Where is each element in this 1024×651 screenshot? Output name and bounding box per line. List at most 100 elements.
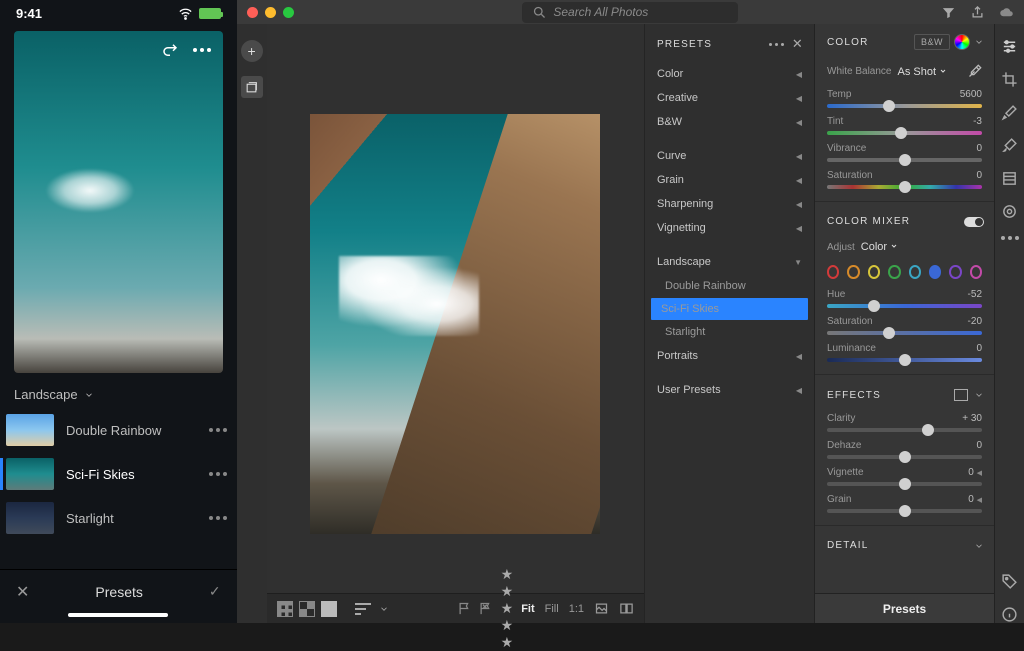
- slider-knob[interactable]: [899, 154, 911, 166]
- slider-knob[interactable]: [899, 181, 911, 193]
- eyedropper-icon[interactable]: [967, 64, 982, 79]
- preset-group[interactable]: B&W◀: [645, 110, 814, 134]
- info-icon[interactable]: [1001, 606, 1018, 623]
- radial-gradient-icon[interactable]: [1001, 203, 1018, 220]
- color-channel-dot[interactable]: [970, 265, 982, 279]
- presets-close-icon[interactable]: ✕: [792, 36, 804, 52]
- preset-more-icon[interactable]: [209, 428, 227, 432]
- rating-stars[interactable]: ★ ★ ★ ★ ★: [501, 566, 514, 651]
- detail-view-icon[interactable]: [321, 601, 337, 617]
- slider-track[interactable]: [827, 185, 982, 189]
- color-channel-dot[interactable]: [827, 265, 839, 279]
- cloud-icon[interactable]: [999, 5, 1014, 20]
- more-tools-icon[interactable]: [1001, 236, 1019, 240]
- color-channel-dot[interactable]: [949, 265, 961, 279]
- compare-view-icon[interactable]: [299, 601, 315, 617]
- slider-knob[interactable]: [899, 505, 911, 517]
- slider-track[interactable]: [827, 104, 982, 108]
- fill-button[interactable]: Fill: [545, 603, 559, 615]
- fit-button[interactable]: Fit: [521, 603, 534, 615]
- slider-knob[interactable]: [883, 327, 895, 339]
- library-button[interactable]: [241, 76, 263, 98]
- white-balance-select[interactable]: As Shot: [897, 66, 947, 78]
- chevron-down-icon[interactable]: [974, 37, 984, 47]
- preset-group[interactable]: Sharpening◀: [645, 192, 814, 216]
- preset-group[interactable]: Color◀: [645, 62, 814, 86]
- slider-track[interactable]: [827, 158, 982, 162]
- slider-knob[interactable]: [899, 354, 911, 366]
- preset-group[interactable]: Portraits◀: [645, 344, 814, 368]
- slider-track[interactable]: [827, 482, 982, 486]
- sort-icon[interactable]: [355, 603, 373, 615]
- slider-value: 0: [976, 143, 982, 154]
- slider-track[interactable]: [827, 131, 982, 135]
- info-overlay-icon[interactable]: [594, 601, 609, 616]
- preset-subitem[interactable]: Starlight: [645, 320, 814, 344]
- preset-group[interactable]: Vignetting◀: [645, 216, 814, 240]
- slider-knob[interactable]: [883, 100, 895, 112]
- preset-label: Vignetting: [657, 222, 706, 234]
- confirm-icon[interactable]: ✓: [209, 583, 221, 600]
- linear-gradient-icon[interactable]: [1001, 170, 1018, 187]
- slider-track[interactable]: [827, 455, 982, 459]
- search-input[interactable]: Search All Photos: [522, 2, 738, 23]
- presets-more-icon[interactable]: [769, 43, 784, 46]
- slider-track[interactable]: [827, 304, 982, 308]
- more-icon[interactable]: [193, 41, 211, 59]
- mobile-preset-item[interactable]: Sci-Fi Skies: [0, 452, 237, 496]
- preset-group[interactable]: Landscape▼: [645, 250, 814, 274]
- slider-knob[interactable]: [868, 300, 880, 312]
- color-channel-dot[interactable]: [847, 265, 859, 279]
- slider-knob[interactable]: [922, 424, 934, 436]
- redo-icon[interactable]: [161, 41, 179, 59]
- before-after-icon[interactable]: [619, 601, 634, 616]
- slider-track[interactable]: [827, 358, 982, 362]
- color-channel-dot[interactable]: [929, 265, 941, 279]
- color-wheel-icon[interactable]: [954, 34, 970, 50]
- preset-more-icon[interactable]: [209, 516, 227, 520]
- preset-group[interactable]: Curve◀: [645, 144, 814, 168]
- brush-icon[interactable]: [1001, 137, 1018, 154]
- tag-icon[interactable]: [1001, 573, 1018, 590]
- chevron-down-icon[interactable]: [974, 390, 984, 400]
- mobile-preset-item[interactable]: Starlight: [0, 496, 237, 540]
- adjust-icon[interactable]: [1001, 38, 1018, 55]
- chevron-down-icon[interactable]: [379, 604, 389, 614]
- presets-footer-button[interactable]: Presets: [815, 593, 994, 623]
- mobile-preset-group[interactable]: Landscape: [0, 383, 237, 408]
- add-button[interactable]: +: [241, 40, 263, 62]
- preset-more-icon[interactable]: [209, 472, 227, 476]
- slider-knob[interactable]: [899, 451, 911, 463]
- heal-icon[interactable]: [1001, 104, 1018, 121]
- slider-track[interactable]: [827, 428, 982, 432]
- flag-icon[interactable]: [457, 601, 472, 616]
- preset-group[interactable]: User Presets◀: [645, 378, 814, 402]
- preset-subitem[interactable]: Double Rainbow: [645, 274, 814, 298]
- reject-flag-icon[interactable]: [478, 601, 493, 616]
- traffic-lights[interactable]: [247, 7, 294, 18]
- grid-view-icon[interactable]: [277, 601, 293, 617]
- preset-subitem[interactable]: Sci-Fi Skies: [651, 298, 808, 320]
- slider-knob[interactable]: [895, 127, 907, 139]
- mobile-photo-preview[interactable]: [14, 31, 223, 373]
- slider-knob[interactable]: [899, 478, 911, 490]
- color-channel-dot[interactable]: [888, 265, 900, 279]
- effects-viewmode-icon[interactable]: [954, 389, 968, 401]
- slider-track[interactable]: [827, 509, 982, 513]
- close-icon[interactable]: ✕: [16, 582, 29, 602]
- color-channel-dot[interactable]: [868, 265, 880, 279]
- mixer-toggle[interactable]: [964, 217, 984, 227]
- bw-toggle[interactable]: B&W: [914, 34, 950, 50]
- crop-icon[interactable]: [1001, 71, 1018, 88]
- share-icon[interactable]: [970, 5, 985, 20]
- filter-icon[interactable]: [941, 5, 956, 20]
- preset-group[interactable]: Grain◀: [645, 168, 814, 192]
- one-to-one-button[interactable]: 1:1: [569, 603, 584, 615]
- slider-track[interactable]: [827, 331, 982, 335]
- mixer-adjust-select[interactable]: Color: [861, 241, 898, 253]
- mobile-preset-item[interactable]: Double Rainbow: [0, 408, 237, 452]
- preset-group[interactable]: Creative◀: [645, 86, 814, 110]
- photo-viewport[interactable]: [267, 24, 644, 593]
- chevron-down-icon[interactable]: [974, 541, 984, 551]
- color-channel-dot[interactable]: [909, 265, 921, 279]
